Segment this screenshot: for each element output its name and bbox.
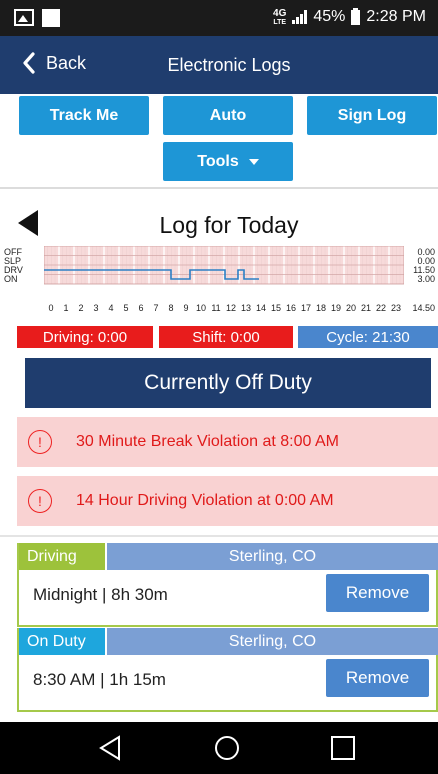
duty-status-button[interactable]: Currently Off Duty bbox=[25, 358, 431, 408]
log-grid bbox=[44, 246, 404, 285]
divider bbox=[0, 535, 438, 537]
log-header: Log for Today bbox=[0, 204, 438, 244]
page-title: Electronic Logs bbox=[167, 55, 291, 75]
image-notification-icon bbox=[14, 9, 34, 26]
home-circle-icon[interactable] bbox=[213, 734, 241, 762]
action-buttons: Track Me Auto Sign Log Tools bbox=[0, 94, 438, 188]
divider bbox=[17, 467, 438, 471]
sign-log-button[interactable]: Sign Log bbox=[307, 96, 437, 135]
divider bbox=[0, 187, 438, 189]
tools-label: Tools bbox=[197, 152, 239, 170]
back-triangle-icon[interactable] bbox=[97, 734, 123, 762]
violation-item[interactable]: ! 14 Hour Driving Violation at 0:00 AM bbox=[17, 476, 438, 526]
cycle-hours: Cycle: 21:30 bbox=[298, 326, 438, 348]
log-entry: Driving Sterling, CO Midnight | 8h 30m R… bbox=[17, 543, 438, 627]
tools-dropdown-button[interactable]: Tools bbox=[163, 142, 293, 181]
notification-icon bbox=[42, 9, 60, 27]
caret-down-icon bbox=[248, 158, 259, 165]
alert-icon: ! bbox=[28, 489, 52, 513]
total-on: 3.00 bbox=[417, 274, 435, 284]
location-label: Sterling, CO bbox=[107, 628, 438, 655]
violation-text: 30 Minute Break Violation at 8:00 AM bbox=[76, 433, 339, 450]
location-label: Sterling, CO bbox=[107, 543, 438, 570]
main-content: Track Me Auto Sign Log Tools Log for Tod… bbox=[0, 94, 438, 722]
track-me-button[interactable]: Track Me bbox=[19, 96, 149, 135]
status-tag: Driving bbox=[19, 543, 105, 570]
entry-time: Midnight | 8h 30m bbox=[33, 585, 168, 604]
log-graph: OFF SLP DRV ON 0.00 0.00 11.50 3.00 14.5… bbox=[0, 246, 438, 316]
network-type: 4G bbox=[273, 7, 287, 19]
status-bar: 4G LTE 45% 2:28 PM bbox=[0, 0, 438, 36]
row-label-on: ON bbox=[4, 274, 18, 284]
auto-button[interactable]: Auto bbox=[163, 96, 293, 135]
network-subtype: LTE bbox=[273, 18, 287, 26]
network-indicator: 4G LTE bbox=[273, 7, 287, 26]
hour-tick-label: 23 bbox=[390, 303, 401, 313]
driving-hours: Driving: 0:00 bbox=[17, 326, 153, 348]
entry-time: 8:30 AM | 1h 15m bbox=[33, 670, 166, 689]
hours-summary: Driving: 0:00 Shift: 0:00 Cycle: 21:30 bbox=[0, 326, 438, 348]
violation-item[interactable]: ! 30 Minute Break Violation at 8:00 AM bbox=[17, 417, 438, 467]
recent-apps-icon[interactable] bbox=[330, 734, 356, 762]
remove-button[interactable]: Remove bbox=[326, 659, 429, 697]
alert-icon: ! bbox=[28, 430, 52, 454]
remove-button[interactable]: Remove bbox=[326, 574, 429, 612]
clock: 2:28 PM bbox=[366, 8, 426, 25]
status-tag: On Duty bbox=[19, 628, 105, 655]
app-bar: Back Electronic Logs bbox=[0, 36, 438, 94]
battery-percent: 45% bbox=[313, 8, 346, 25]
log-entry: On Duty Sterling, CO 8:30 AM | 1h 15m Re… bbox=[17, 628, 438, 712]
battery-icon bbox=[351, 7, 361, 25]
system-nav-bar bbox=[0, 722, 438, 774]
shift-hours: Shift: 0:00 bbox=[159, 326, 293, 348]
hour-ticks: 0 1 2 3 4 5 6 7 8 9 10 11 12 13 14 15 16 17 18 19 20 21 22 23 bbox=[44, 303, 404, 315]
log-title: Log for Today bbox=[159, 212, 299, 238]
violation-text: 14 Hour Driving Violation at 0:00 AM bbox=[76, 492, 334, 509]
signal-icon bbox=[292, 10, 308, 24]
